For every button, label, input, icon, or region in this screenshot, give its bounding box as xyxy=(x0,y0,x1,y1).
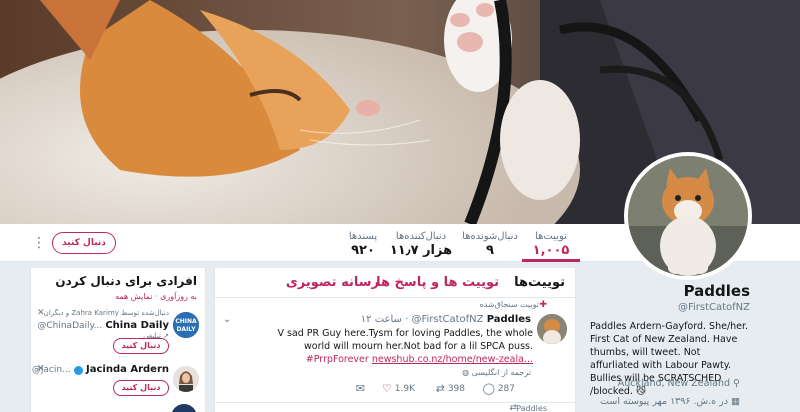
stat-likes-value: ۹۲۰ xyxy=(351,243,375,258)
twitter-profile-page: توییت‌ها ۱,۰۰۵ دنبال‌شونده‌ها ۹ دنبال‌کن… xyxy=(0,0,800,412)
stat-following-value: ۹ xyxy=(486,243,494,258)
tweet-handle[interactable]: @FirstCatofNZ xyxy=(411,314,483,325)
suggestion-display-name: Jacinda Ardern xyxy=(86,364,169,375)
china-daily-avatar[interactable]: CHINA DAILY xyxy=(173,312,199,338)
stat-followers-value: ۱۱٫۷ هزار xyxy=(389,243,453,258)
profile-card: Paddles @FirstCatofNZ Paddles Ardern-Gay… xyxy=(584,262,800,412)
suggestion-handle: @jacin... xyxy=(31,365,71,375)
tab-media[interactable]: رسانه تصویری xyxy=(286,275,379,290)
heart-icon: ♡ xyxy=(382,382,392,395)
tab-tweets-replies[interactable]: توییت ها و پاسخ ها xyxy=(376,275,499,290)
tweet-body: V sad PR Guy here.Tysm for loving Paddle… xyxy=(277,328,533,352)
profile-handle[interactable]: @FirstCatofNZ xyxy=(678,302,750,313)
more-vertical-icon[interactable]: ⋮ xyxy=(32,234,46,252)
follow-button[interactable]: دنبال کنید xyxy=(113,338,169,354)
retweet-icon: ⇄ xyxy=(509,403,517,412)
svg-text:CHINA: CHINA xyxy=(175,318,197,325)
profile-joined: ▦ در ه.ش. ۱۳۹۶ مهر پیوسته است xyxy=(600,396,740,407)
reply-icon: ◯ xyxy=(482,382,495,395)
tweet-name[interactable]: Paddles xyxy=(487,314,531,325)
envelope-icon: ✉ xyxy=(355,382,365,395)
svg-text:DAILY: DAILY xyxy=(176,326,196,333)
follow-button[interactable]: دنبال کنید xyxy=(52,232,116,254)
timeline: توییت‌ها توییت ها و پاسخ ها رسانه تصویری… xyxy=(214,268,577,412)
reply-action[interactable]: ◯ 287 xyxy=(483,382,515,395)
next-tweet-peek: Paddles ⇄ xyxy=(215,402,577,412)
pinned-label: توییت سنجاق‌شده xyxy=(479,300,539,309)
stat-tweets[interactable]: توییت‌ها ۱,۰۰۵ xyxy=(522,224,580,262)
stat-following-label: دنبال‌شونده‌ها xyxy=(462,231,518,242)
stat-likes-label: پسندها xyxy=(348,231,378,242)
tab-tweets[interactable]: توییت‌ها xyxy=(514,275,565,290)
who-to-follow-title: افرادی برای دنبال کردن xyxy=(55,274,197,288)
globe-icon: ◍ xyxy=(462,368,470,377)
tweet-time[interactable]: ۱۲ ساعت xyxy=(361,314,402,325)
followed-by: دنبال‌شده توسط Zahra Karimy و دیگران xyxy=(43,309,169,317)
stat-following[interactable]: دنبال‌شونده‌ها ۹ xyxy=(458,224,522,262)
timeline-tabs: توییت‌ها توییت ها و پاسخ ها رسانه تصویری xyxy=(215,268,575,298)
stat-followers-label: دنبال‌کننده‌ها xyxy=(395,231,447,242)
profile-joined-text: در ه.ش. ۱۳۹۶ مهر پیوسته است xyxy=(600,396,728,407)
suggestion-item: ✕ CHINA DAILY دنبال‌شده توسط Zahra Karimy… xyxy=(31,308,207,360)
profile-name: Paddles xyxy=(683,282,750,300)
like-count: 1.9K xyxy=(394,384,415,394)
stat-followers[interactable]: دنبال‌کننده‌ها ۱۱٫۷ هزار xyxy=(386,224,456,262)
translate-link[interactable]: ◍ ترجمه از انگلیسی xyxy=(462,368,531,377)
tweet-actions: ◯ 287 ⇄ 398 ♡ 1.9K ✉ xyxy=(215,382,577,402)
pin-icon: ✚ xyxy=(539,300,547,310)
who-to-follow: افرادی برای دنبال کردن به روزآوری · نمای… xyxy=(30,268,206,412)
tweet-avatar[interactable] xyxy=(537,314,567,344)
retweet-icon: ⇄ xyxy=(435,382,445,395)
chevron-down-icon[interactable]: ⌄ xyxy=(223,314,231,325)
stat-tweets-value: ۱,۰۰۵ xyxy=(532,243,570,258)
pinned-tweet[interactable]: ✚ توییت سنجاق‌شده ۱۲ ساعت · @FirstCatofN… xyxy=(215,298,577,412)
stat-likes[interactable]: پسندها ۹۲۰ xyxy=(340,224,386,262)
profile-location: Auckland, New Zealand ⚲ xyxy=(618,378,740,389)
jacinda-ardern-avatar[interactable] xyxy=(173,366,199,392)
refresh-link[interactable]: به روزآوری xyxy=(160,292,197,301)
suggestion-name[interactable]: @ChinaDaily... China Daily xyxy=(37,320,169,331)
dm-action[interactable]: ✉ xyxy=(356,382,365,395)
retweet-action[interactable]: ⇄ 398 xyxy=(436,382,465,395)
suggestion-handle: @ChinaDaily... xyxy=(37,321,103,331)
cat-avatar-image xyxy=(628,156,748,276)
suggestion-name[interactable]: @jacin... ✓ Jacinda Ardern xyxy=(32,364,169,375)
retweet-count: 398 xyxy=(447,384,465,394)
who-to-follow-links: به روزآوری · نمایش همه xyxy=(115,292,197,301)
view-all-link[interactable]: نمایش همه xyxy=(115,292,152,301)
next-tweet-author: Paddles xyxy=(516,404,547,412)
tweet-text: V sad PR Guy here.Tysm for loving Paddle… xyxy=(255,327,533,366)
profile-location-text: Auckland, New Zealand xyxy=(617,378,730,389)
tweet-hashtag[interactable]: #PrrpForever xyxy=(306,354,369,365)
profile-avatar[interactable] xyxy=(624,152,752,280)
suggestion-display-name: China Daily xyxy=(105,320,169,331)
tweet-header: ۱۲ ساعت · @FirstCatofNZ Paddles xyxy=(360,314,531,325)
reply-count: 287 xyxy=(497,384,515,394)
stat-tweets-label: توییت‌ها xyxy=(535,231,567,242)
translate-label: ترجمه از انگلیسی xyxy=(471,368,531,377)
verified-icon: ✓ xyxy=(73,365,83,375)
tweet-link[interactable]: newshub.co.nz/home/new-zeala... xyxy=(372,354,533,365)
map-pin-icon: ⚲ xyxy=(733,378,740,389)
calendar-icon: ▦ xyxy=(731,396,740,407)
follow-button[interactable]: دنبال کنید xyxy=(113,380,169,396)
like-action[interactable]: ♡ 1.9K xyxy=(382,382,415,395)
